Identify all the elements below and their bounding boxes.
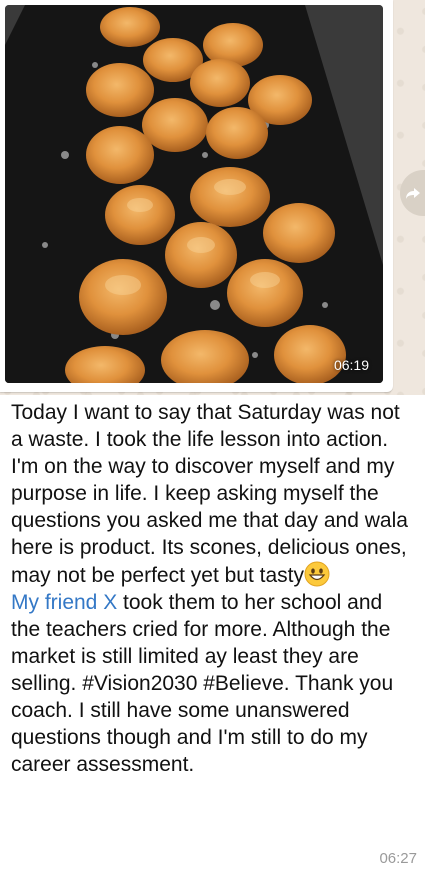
message-text: Today I want to say that Saturday was no… (11, 399, 416, 778)
image-timestamp: 06:19 (333, 357, 369, 373)
forward-icon (406, 188, 420, 199)
image-message-bubble[interactable]: 06:19 (0, 0, 393, 392)
mention-link[interactable]: My friend X (11, 591, 117, 614)
grinning-face-icon (304, 561, 330, 587)
message-text-part2: took them to her school and the teachers… (11, 591, 394, 776)
message-timestamp: 06:27 (379, 850, 417, 867)
scones-photo[interactable]: 06:19 (5, 5, 383, 383)
message-text-part1: Today I want to say that Saturday was no… (11, 401, 408, 587)
text-message-bubble[interactable]: Today I want to say that Saturday was no… (0, 395, 425, 872)
